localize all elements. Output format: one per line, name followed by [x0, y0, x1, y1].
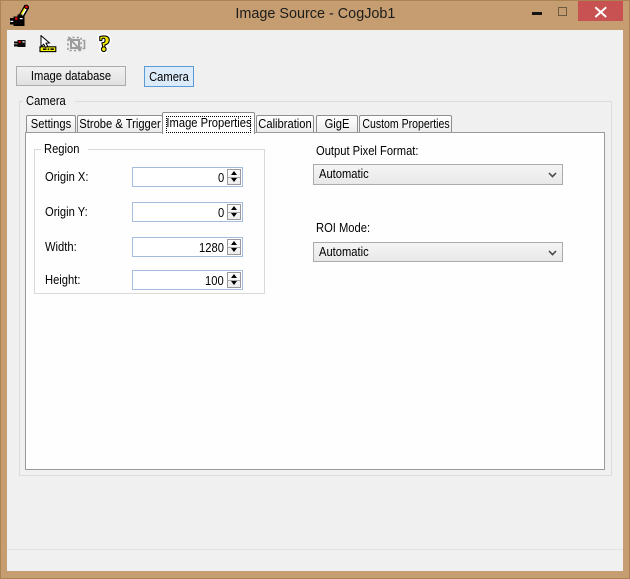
svg-text:?: ?: [99, 33, 110, 55]
